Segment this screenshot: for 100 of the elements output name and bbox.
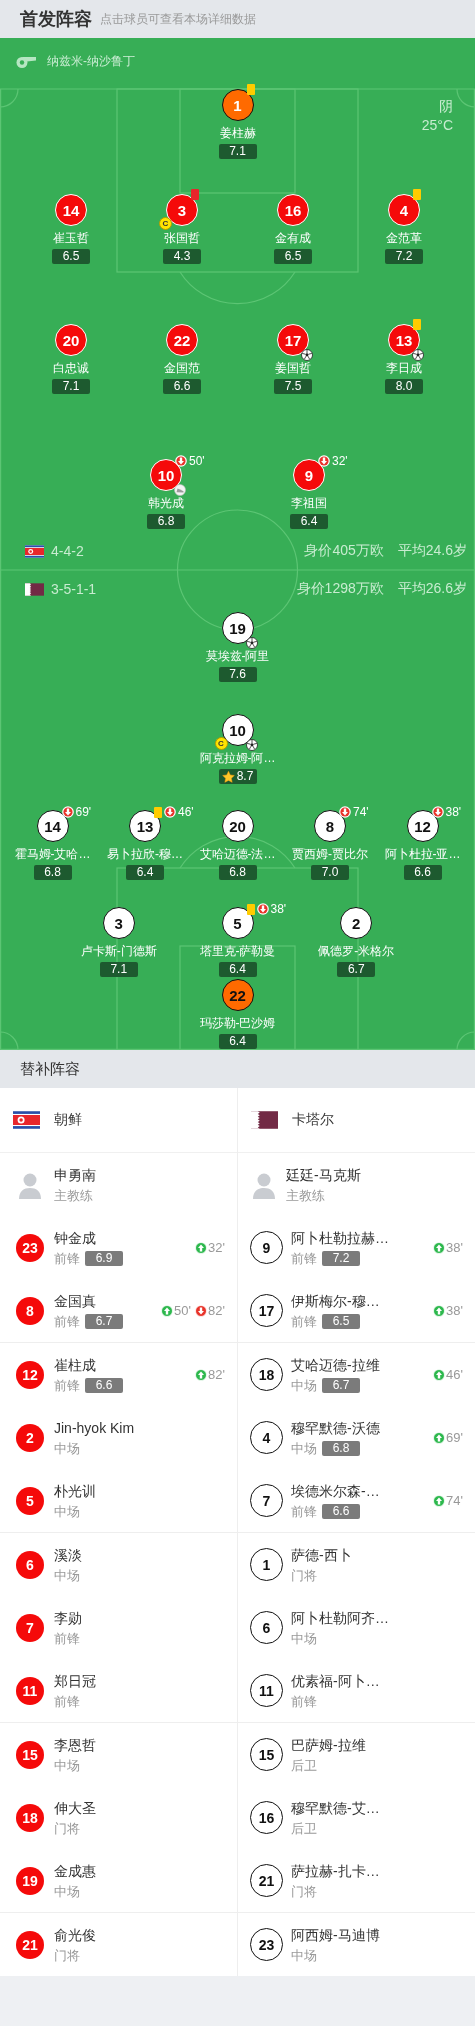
player-rating: 6.7 xyxy=(85,1313,123,1329)
down-arrow-icon xyxy=(339,806,351,818)
average-age-text: 平均26.6岁 xyxy=(397,580,467,598)
player-name[interactable]: 金国真 xyxy=(54,1291,96,1310)
player-marker[interactable]: 12 xyxy=(406,810,439,842)
coach-name: 廷廷-马克斯 xyxy=(286,1165,361,1184)
formation-text: 3-5-1-1 xyxy=(51,581,97,597)
player-name[interactable]: 李勋 xyxy=(54,1608,82,1627)
player-position: 前锋 xyxy=(291,1312,317,1330)
player-number: 16 xyxy=(250,1801,283,1834)
section-title: 首发阵容 xyxy=(20,8,92,31)
player-name: 阿卜杜拉-亚… xyxy=(384,846,461,862)
player-position: 前锋 xyxy=(54,1629,80,1647)
player-name: 塔里克-萨勒曼 xyxy=(199,943,276,959)
player-name[interactable]: 优素福-阿卜… xyxy=(291,1671,380,1690)
player-name[interactable]: 艾哈迈德-拉维 xyxy=(291,1355,380,1374)
player-name[interactable]: 萨拉赫-扎卡… xyxy=(291,1861,380,1880)
flag-icon xyxy=(13,1111,40,1129)
player-marker[interactable]: 10 xyxy=(150,459,182,491)
player-number: 9 xyxy=(250,1231,283,1264)
player-rating: 6.9 xyxy=(85,1250,123,1266)
player-name[interactable]: 埃德米尔森-… xyxy=(291,1481,380,1500)
player-marker[interactable]: 9 xyxy=(293,459,325,491)
up-arrow-icon xyxy=(433,1304,446,1317)
rating-value: 6.4 xyxy=(229,962,246,977)
down-arrow-icon xyxy=(61,806,74,818)
player-name[interactable]: Jin-hyok Kim xyxy=(54,1418,135,1437)
player-marker[interactable]: 17 xyxy=(277,324,309,356)
player-marker[interactable]: 3 xyxy=(102,907,135,939)
rating-value: 6.8 xyxy=(157,514,175,529)
substitution-minute: 50' xyxy=(174,1303,192,1318)
player-name[interactable]: 阿西姆-马迪博 xyxy=(291,1925,380,1944)
player-name: 金范革 xyxy=(386,230,422,246)
player-number: 15 xyxy=(250,1738,283,1771)
player-name[interactable]: 阿卜杜勒阿齐… xyxy=(291,1608,389,1627)
player-name[interactable]: 朴光训 xyxy=(54,1481,96,1500)
rating-value: 6.8 xyxy=(229,865,246,880)
player-name[interactable]: 穆罕默德-艾… xyxy=(291,1798,380,1817)
rating-value: 7.0 xyxy=(321,865,339,880)
rating-value: 7.1 xyxy=(62,379,80,394)
player-marker[interactable]: 19 xyxy=(221,612,254,644)
player-marker[interactable]: 16 xyxy=(277,194,309,226)
player-marker[interactable]: 4 xyxy=(388,194,420,226)
up-arrow-icon xyxy=(161,1304,174,1317)
player-name[interactable]: 金成惠 xyxy=(54,1861,96,1880)
player-name[interactable]: 伊斯梅尔-穆… xyxy=(291,1291,380,1310)
player-position: 中场 xyxy=(291,1629,317,1647)
player-name[interactable]: 溪淡 xyxy=(54,1545,82,1564)
player-name: 金有成 xyxy=(275,230,311,246)
captain-badge: C xyxy=(214,737,228,750)
player-marker[interactable]: 14 xyxy=(55,194,87,226)
player-marker[interactable]: 22 xyxy=(221,979,254,1011)
substitution-minute: 38' xyxy=(446,1303,463,1318)
player-name[interactable]: 巴萨姆-拉维 xyxy=(291,1735,366,1754)
player-position: 中场 xyxy=(54,1756,80,1774)
up-arrow-icon xyxy=(433,1241,446,1254)
substitution-minute: 82' xyxy=(208,1303,225,1318)
player-marker[interactable]: 20 xyxy=(55,324,87,356)
player-name: 霍马姆-艾哈… xyxy=(14,846,91,862)
player-name[interactable]: 伸大圣 xyxy=(54,1798,96,1817)
player-number: 11 xyxy=(250,1674,283,1707)
player-marker[interactable]: 2 xyxy=(340,907,373,939)
rating-value: 6.6 xyxy=(173,379,191,394)
player-marker[interactable]: 13 xyxy=(129,810,161,842)
player-name[interactable]: 萨德-西卜 xyxy=(291,1545,352,1564)
team-name: 朝鲜 xyxy=(54,1111,82,1129)
substitution-minute: 46' xyxy=(446,1367,463,1382)
player-position: 中场 xyxy=(54,1502,80,1520)
down-arrow-icon xyxy=(431,806,444,818)
player-marker[interactable]: 20 xyxy=(221,810,254,842)
weather-text: 阴 xyxy=(439,97,453,116)
player-position: 门将 xyxy=(291,1882,317,1900)
player-name: 崔玉哲 xyxy=(53,230,89,246)
player-name[interactable]: 钟金成 xyxy=(54,1228,96,1247)
player-marker[interactable]: 22 xyxy=(166,324,198,356)
player-marker[interactable]: 5 xyxy=(221,907,254,939)
player-marker[interactable]: 14 xyxy=(36,810,69,842)
player-name[interactable]: 郑日冠 xyxy=(54,1671,96,1690)
rating-value: 8.0 xyxy=(395,379,413,394)
rating-value: 6.5 xyxy=(62,249,80,264)
player-position: 前锋 xyxy=(54,1249,80,1267)
coach-name: 申勇南 xyxy=(54,1165,96,1184)
player-name[interactable]: 李恩哲 xyxy=(54,1735,96,1754)
player-position: 前锋 xyxy=(54,1376,80,1394)
player-name: 李祖国 xyxy=(291,495,327,511)
player-marker[interactable]: 8 xyxy=(314,810,346,842)
player-number: 21 xyxy=(16,1930,44,1959)
down-arrow-icon xyxy=(175,455,187,467)
player-name[interactable]: 阿卜杜勒拉赫… xyxy=(291,1228,389,1247)
player-name[interactable]: 崔柱成 xyxy=(54,1355,96,1374)
player-name[interactable]: 穆罕默德-沃德 xyxy=(291,1418,380,1437)
rating-value: 7.6 xyxy=(229,667,246,682)
rating-value: 6.5 xyxy=(284,249,302,264)
player-name[interactable]: 俞光俊 xyxy=(54,1925,96,1944)
player-rating: 6.6 xyxy=(322,1503,360,1519)
player-number: 23 xyxy=(250,1928,283,1961)
player-name: 莫埃兹-阿里 xyxy=(205,648,270,664)
substitution-minute: 38' xyxy=(446,1240,463,1255)
rating-value: 7.2 xyxy=(395,249,413,264)
player-marker[interactable]: 13 xyxy=(388,324,420,356)
